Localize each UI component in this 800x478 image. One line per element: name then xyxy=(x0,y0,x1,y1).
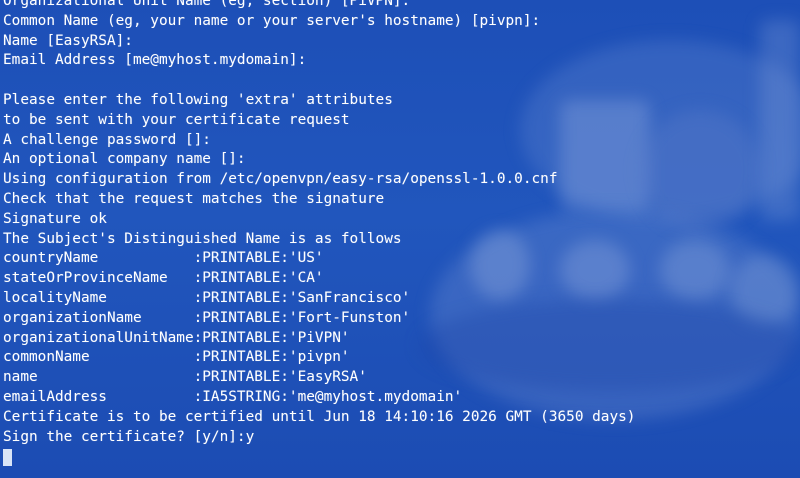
terminal-line-country: countryName :PRINTABLE:'US' xyxy=(3,250,324,267)
terminal-line-locality: localityName :PRINTABLE:'SanFrancisco' xyxy=(3,289,411,306)
terminal-line-email-value: emailAddress :IA5STRING:'me@myhost.mydom… xyxy=(3,388,463,405)
terminal-cursor xyxy=(3,449,12,467)
terminal-line-subject-heading: The Subject's Distinguished Name is as f… xyxy=(3,230,402,247)
terminal-line-org-unit: Organizational Unit Name (eg, section) [… xyxy=(3,0,411,9)
terminal-line-configuration: Using configuration from /etc/openvpn/ea… xyxy=(3,171,558,188)
terminal-line-organization: organizationName :PRINTABLE:'Fort-Funsto… xyxy=(3,309,411,326)
terminal-input-line[interactable] xyxy=(3,447,800,467)
terminal-line-certified-until: Certificate is to be certified until Jun… xyxy=(3,408,636,425)
terminal-line-signature-ok: Signature ok xyxy=(3,210,107,227)
terminal-line-state: stateOrProvinceName :PRINTABLE:'CA' xyxy=(3,270,324,287)
terminal-line-check-signature: Check that the request matches the signa… xyxy=(3,190,385,207)
terminal-output[interactable]: Organizational Unit Name (eg, section) [… xyxy=(3,0,800,467)
terminal-line-sign-prompt: Sign the certificate? [y/n]:y xyxy=(3,428,255,445)
terminal-line-challenge-password: A challenge password []: xyxy=(3,131,211,148)
terminal-line-email: Email Address [me@myhost.mydomain]: xyxy=(3,52,307,69)
terminal-line-name: Name [EasyRSA]: xyxy=(3,32,133,49)
terminal-line-company-name: An optional company name []: xyxy=(3,151,246,168)
terminal-line-common-name-value: commonName :PRINTABLE:'pivpn' xyxy=(3,349,350,366)
terminal-line-extra-attributes: Please enter the following 'extra' attri… xyxy=(3,91,393,108)
terminal-line-name-value: name :PRINTABLE:'EasyRSA' xyxy=(3,369,367,386)
terminal-line-organizational-unit: organizationalUnitName:PRINTABLE:'PiVPN' xyxy=(3,329,350,346)
terminal-line-common-name: Common Name (eg, your name or your serve… xyxy=(3,12,541,29)
terminal-line-certificate-request: to be sent with your certificate request xyxy=(3,111,350,128)
